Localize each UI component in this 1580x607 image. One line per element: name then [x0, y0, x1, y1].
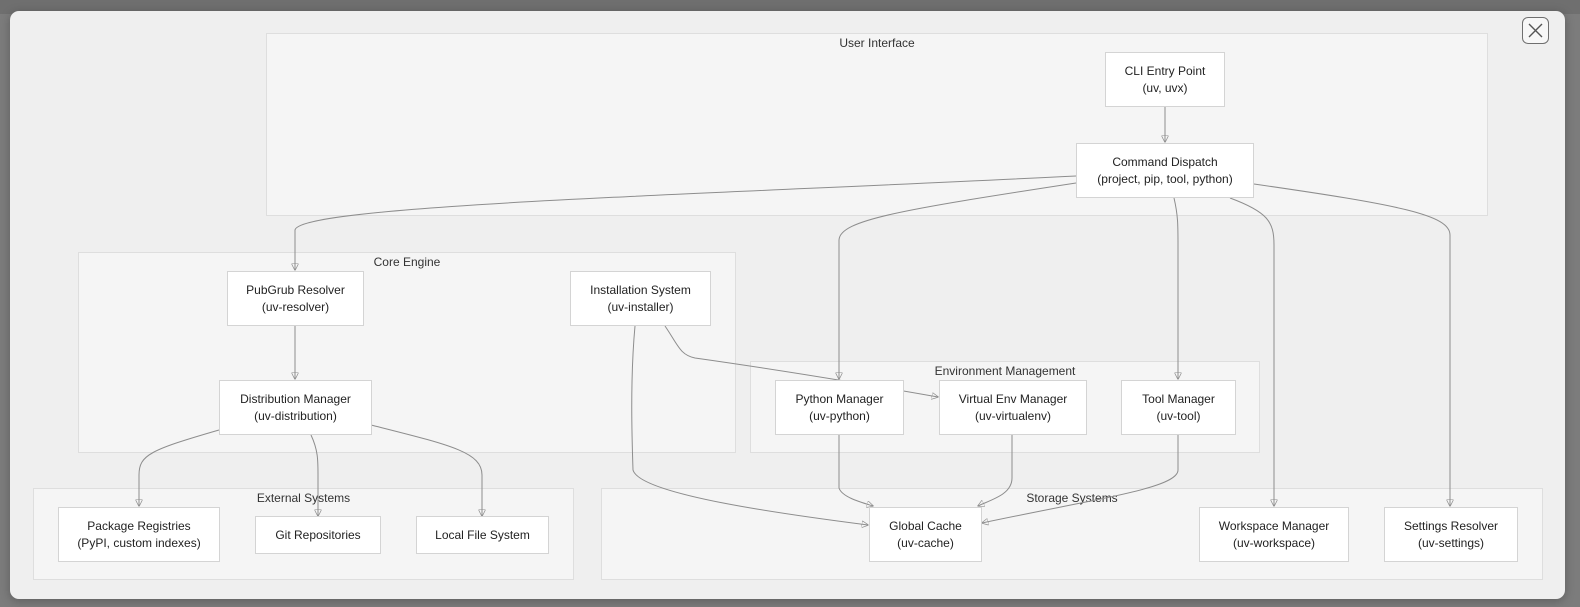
node-cli-sub: (uv, uvx): [1142, 80, 1188, 95]
architecture-diagram: User Interface Core Engine Environment M…: [0, 0, 1580, 607]
group-user-interface: User Interface: [266, 33, 1488, 216]
node-workspace-title: Workspace Manager: [1218, 518, 1330, 533]
node-git-title: Git Repositories: [275, 527, 361, 542]
node-tool-manager[interactable]: Tool Manager (uv-tool): [1121, 380, 1236, 435]
node-installer-title: Installation System: [590, 282, 691, 297]
node-localfs-title: Local File System: [435, 527, 530, 542]
node-dispatch-sub: (project, pip, tool, python): [1097, 171, 1233, 186]
node-python-sub: (uv-python): [809, 408, 870, 423]
group-label-user-interface: User Interface: [839, 36, 915, 50]
node-package-registries[interactable]: Package Registries (PyPI, custom indexes…: [58, 507, 220, 562]
node-virtual-env-manager[interactable]: Virtual Env Manager (uv-virtualenv): [939, 380, 1087, 435]
node-python-manager[interactable]: Python Manager (uv-python): [775, 380, 904, 435]
node-registries-sub: (PyPI, custom indexes): [77, 535, 201, 550]
node-cache-sub: (uv-cache): [897, 535, 954, 550]
node-settings-sub: (uv-settings): [1417, 535, 1485, 550]
node-tool-sub: (uv-tool): [1156, 408, 1201, 423]
close-icon: [1528, 23, 1543, 38]
node-python-title: Python Manager: [795, 391, 884, 406]
node-cache-title: Global Cache: [889, 518, 962, 533]
group-label-external-systems: External Systems: [256, 491, 351, 505]
node-settings-title: Settings Resolver: [1403, 518, 1499, 533]
edge-dispatch-to-workspace: [1229, 197, 1274, 506]
node-command-dispatch[interactable]: Command Dispatch (project, pip, tool, py…: [1076, 143, 1254, 198]
node-resolver-sub: (uv-resolver): [261, 299, 330, 314]
node-distribution-title: Distribution Manager: [240, 391, 351, 406]
node-cli-title: CLI Entry Point: [1124, 63, 1206, 78]
node-registries-title: Package Registries: [87, 518, 191, 533]
node-installation-system[interactable]: Installation System (uv-installer): [570, 271, 711, 326]
node-distribution-manager[interactable]: Distribution Manager (uv-distribution): [219, 380, 372, 435]
node-dispatch-title: Command Dispatch: [1112, 154, 1218, 169]
group-label-storage-systems: Storage Systems: [1026, 491, 1118, 505]
node-cli-entry-point[interactable]: CLI Entry Point (uv, uvx): [1105, 52, 1225, 107]
group-label-environment-management: Environment Management: [934, 364, 1076, 378]
node-pubgrub-resolver[interactable]: PubGrub Resolver (uv-resolver): [227, 271, 364, 326]
close-button[interactable]: [1522, 17, 1549, 44]
node-tool-title: Tool Manager: [1142, 391, 1215, 406]
node-global-cache[interactable]: Global Cache (uv-cache): [869, 507, 982, 562]
node-venv-sub: (uv-virtualenv): [974, 408, 1052, 423]
node-git-repositories[interactable]: Git Repositories: [255, 516, 381, 554]
node-workspace-manager[interactable]: Workspace Manager (uv-workspace): [1199, 507, 1349, 562]
node-venv-title: Virtual Env Manager: [958, 391, 1068, 406]
node-settings-resolver[interactable]: Settings Resolver (uv-settings): [1384, 507, 1518, 562]
node-resolver-title: PubGrub Resolver: [246, 282, 345, 297]
group-label-core-engine: Core Engine: [373, 255, 441, 269]
node-installer-sub: (uv-installer): [607, 299, 674, 314]
node-workspace-sub: (uv-workspace): [1232, 535, 1316, 550]
edge-dispatch-to-tool: [1173, 197, 1178, 379]
node-local-file-system[interactable]: Local File System: [416, 516, 549, 554]
edge-dispatch-to-settings: [1253, 183, 1450, 506]
node-distribution-sub: (uv-distribution): [254, 408, 337, 423]
